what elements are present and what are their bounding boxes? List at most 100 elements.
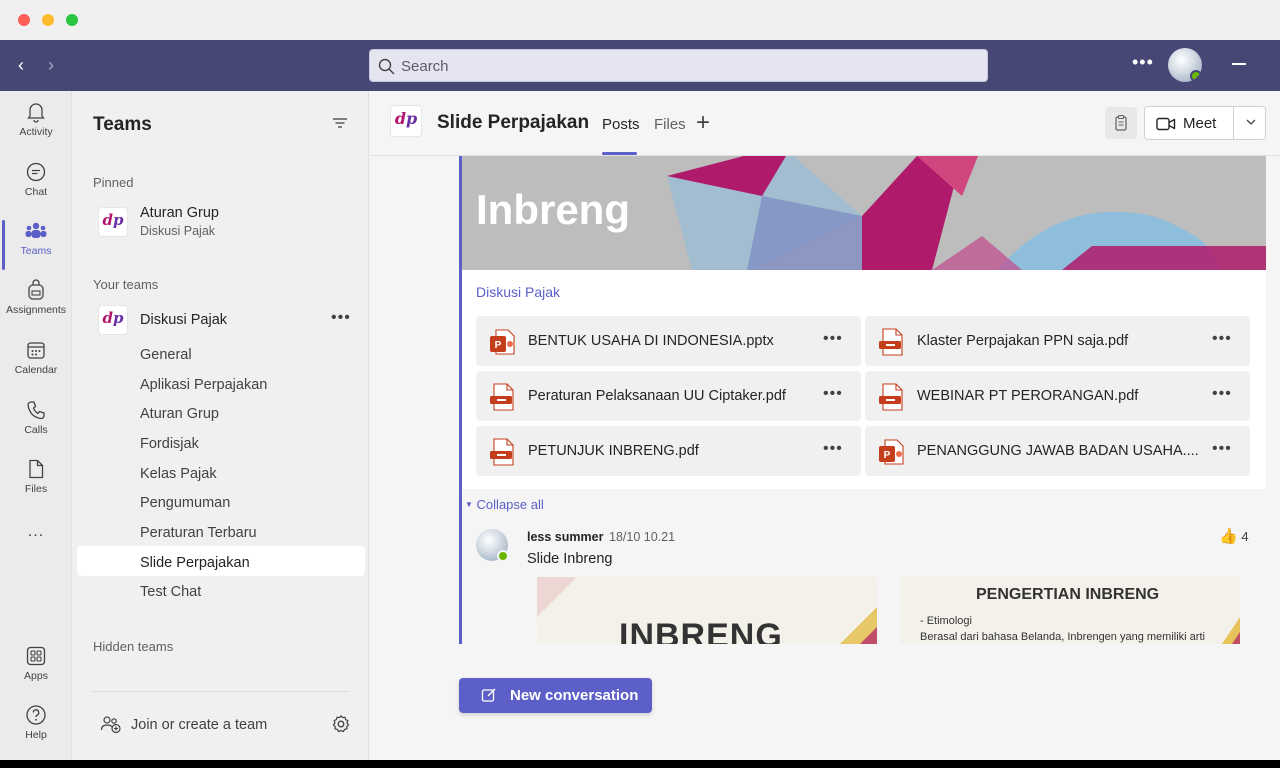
pinned-item-sub: Diskusi Pajak xyxy=(140,224,216,238)
compose-icon xyxy=(481,688,496,702)
apps-icon xyxy=(26,646,46,666)
channel-item[interactable]: Peraturan Terbaru xyxy=(140,525,257,541)
video-camera-icon xyxy=(1156,117,1176,131)
reply-message[interactable]: less summer 18/10 10.21 Slide Inbreng 👍 … xyxy=(462,515,1267,647)
file-tile[interactable]: Klaster Perpajakan PPN saja.pdf ••• xyxy=(865,316,1250,366)
reply-avatar[interactable] xyxy=(476,529,509,562)
rail-item-files[interactable]: Files xyxy=(0,458,72,514)
file-more-icon[interactable]: ••• xyxy=(1212,330,1232,348)
channel-item-active[interactable]: Slide Perpajakan xyxy=(140,555,250,571)
channel-item[interactable]: Fordisjak xyxy=(140,436,199,452)
posts-area: Inbreng Diskusi Pajak P BENTUK USAHA DI … xyxy=(370,156,1280,760)
card-source-link[interactable]: Diskusi Pajak xyxy=(476,284,560,300)
banner-title: Inbreng xyxy=(476,186,630,233)
channel-item[interactable]: General xyxy=(140,347,192,363)
like-reaction[interactable]: 👍 4 xyxy=(1219,527,1249,545)
channel-item[interactable]: Test Chat xyxy=(140,584,201,600)
user-avatar[interactable] xyxy=(1168,48,1202,82)
pptx-icon: P xyxy=(879,439,904,465)
slide-thumbnail[interactable]: INBRENG xyxy=(537,577,877,647)
file-tile[interactable]: P PENANGGUNG JAWAB BADAN USAHA.... ••• xyxy=(865,426,1250,476)
file-name: Peraturan Pelaksanaan UU Ciptaker.pdf xyxy=(528,388,786,404)
svg-text:P: P xyxy=(884,450,891,461)
meet-button[interactable]: Meet xyxy=(1144,106,1266,140)
tab-posts[interactable]: Posts xyxy=(602,116,640,133)
rail-item-calls[interactable]: Calls xyxy=(0,399,72,455)
reaction-count: 4 xyxy=(1241,529,1249,544)
caret-down-icon: ▼ xyxy=(465,500,473,509)
slide-thumbnail[interactable]: PENGERTIAN INBRENG - Etimologi Berasal d… xyxy=(900,577,1240,647)
rail-item-teams[interactable]: Teams xyxy=(0,220,72,276)
add-tab-icon[interactable]: + xyxy=(696,109,710,137)
reply-author: less summer xyxy=(527,530,604,544)
filter-icon[interactable] xyxy=(331,114,349,132)
minimize-icon[interactable] xyxy=(1232,63,1246,65)
more-apps-icon[interactable]: ... xyxy=(0,523,72,579)
channel-item[interactable]: Kelas Pajak xyxy=(140,466,217,482)
search-icon xyxy=(378,58,395,75)
active-tab-indicator xyxy=(602,152,637,155)
file-tile[interactable]: WEBINAR PT PERORANGAN.pdf ••• xyxy=(865,371,1250,421)
rail-item-assignments[interactable]: Assignments xyxy=(0,279,72,335)
zoom-window-button[interactable] xyxy=(66,14,78,26)
rail-item-apps[interactable]: Apps xyxy=(0,645,72,701)
join-team-button[interactable]: Join or create a team xyxy=(131,717,267,733)
file-tile[interactable]: P BENTUK USAHA DI INDONESIA.pptx ••• xyxy=(476,316,861,366)
chevron-down-icon[interactable] xyxy=(1243,114,1259,130)
channel-item[interactable]: Aplikasi Perpajakan xyxy=(140,377,267,393)
file-more-icon[interactable]: ••• xyxy=(823,385,843,403)
minimize-window-button[interactable] xyxy=(42,14,54,26)
collapse-all-button[interactable]: ▼ Collapse all xyxy=(465,497,544,512)
back-arrow-icon[interactable]: ‹ xyxy=(10,54,32,76)
file-more-icon[interactable]: ••• xyxy=(1212,440,1232,458)
rail-item-chat[interactable]: Chat xyxy=(0,161,72,217)
channel-info-button[interactable] xyxy=(1105,107,1137,139)
rail-label: Teams xyxy=(20,245,52,257)
pptx-icon: P xyxy=(490,329,515,355)
file-name: Klaster Perpajakan PPN saja.pdf xyxy=(917,333,1129,349)
rail-label: Help xyxy=(25,729,47,741)
teams-window: ‹ › Search ••• Activity Chat Teams Assig… xyxy=(0,0,1280,760)
file-tile[interactable]: PETUNJUK INBRENG.pdf ••• xyxy=(476,426,861,476)
file-more-icon[interactable]: ••• xyxy=(823,330,843,348)
new-conversation-button[interactable]: New conversation xyxy=(459,678,652,713)
file-name: WEBINAR PT PERORANGAN.pdf xyxy=(917,388,1139,404)
rail-label: Calls xyxy=(24,424,48,436)
scrollbar[interactable] xyxy=(1266,156,1280,760)
rail-item-activity[interactable]: Activity xyxy=(0,101,72,157)
top-bar: ‹ › Search ••• xyxy=(0,40,1280,91)
tab-files[interactable]: Files xyxy=(654,116,686,133)
your-teams-label: Your teams xyxy=(93,277,159,292)
backpack-icon xyxy=(28,279,44,300)
title-bar xyxy=(0,0,1280,40)
pdf-icon xyxy=(490,383,514,411)
channel-item[interactable]: Pengumuman xyxy=(140,495,230,511)
team-logo: dp xyxy=(98,305,128,335)
pinned-label: Pinned xyxy=(93,175,134,190)
file-more-icon[interactable]: ••• xyxy=(823,440,843,458)
search-input[interactable]: Search xyxy=(369,49,988,82)
team-more-icon[interactable]: ••• xyxy=(331,309,351,327)
phone-icon xyxy=(27,401,45,420)
join-team-icon[interactable] xyxy=(100,714,122,734)
file-more-icon[interactable]: ••• xyxy=(1212,385,1232,403)
file-icon xyxy=(29,459,44,479)
file-name: PETUNJUK INBRENG.pdf xyxy=(528,443,699,459)
presence-available-icon xyxy=(1190,70,1202,82)
pdf-icon xyxy=(879,383,903,411)
file-tile[interactable]: Peraturan Pelaksanaan UU Ciptaker.pdf ••… xyxy=(476,371,861,421)
rail-item-help[interactable]: Help xyxy=(0,704,72,760)
forward-arrow-icon[interactable]: › xyxy=(40,54,62,76)
gear-icon[interactable] xyxy=(331,714,351,734)
teams-panel: Teams Pinned dp Aturan Grup Diskusi Paja… xyxy=(72,91,369,760)
post-card[interactable]: Inbreng Diskusi Pajak P BENTUK USAHA DI … xyxy=(462,156,1267,489)
more-options-icon[interactable]: ••• xyxy=(1132,52,1154,73)
meet-label: Meet xyxy=(1183,115,1217,132)
close-window-button[interactable] xyxy=(18,14,30,26)
rail-item-calendar[interactable]: Calendar xyxy=(0,339,72,395)
file-name: PENANGGUNG JAWAB BADAN USAHA.... xyxy=(917,443,1199,459)
channel-item[interactable]: Aturan Grup xyxy=(140,406,219,422)
slide-title: INBRENG xyxy=(619,617,783,647)
hidden-teams-label[interactable]: Hidden teams xyxy=(93,639,173,654)
rail-label: Assignments xyxy=(5,304,67,316)
